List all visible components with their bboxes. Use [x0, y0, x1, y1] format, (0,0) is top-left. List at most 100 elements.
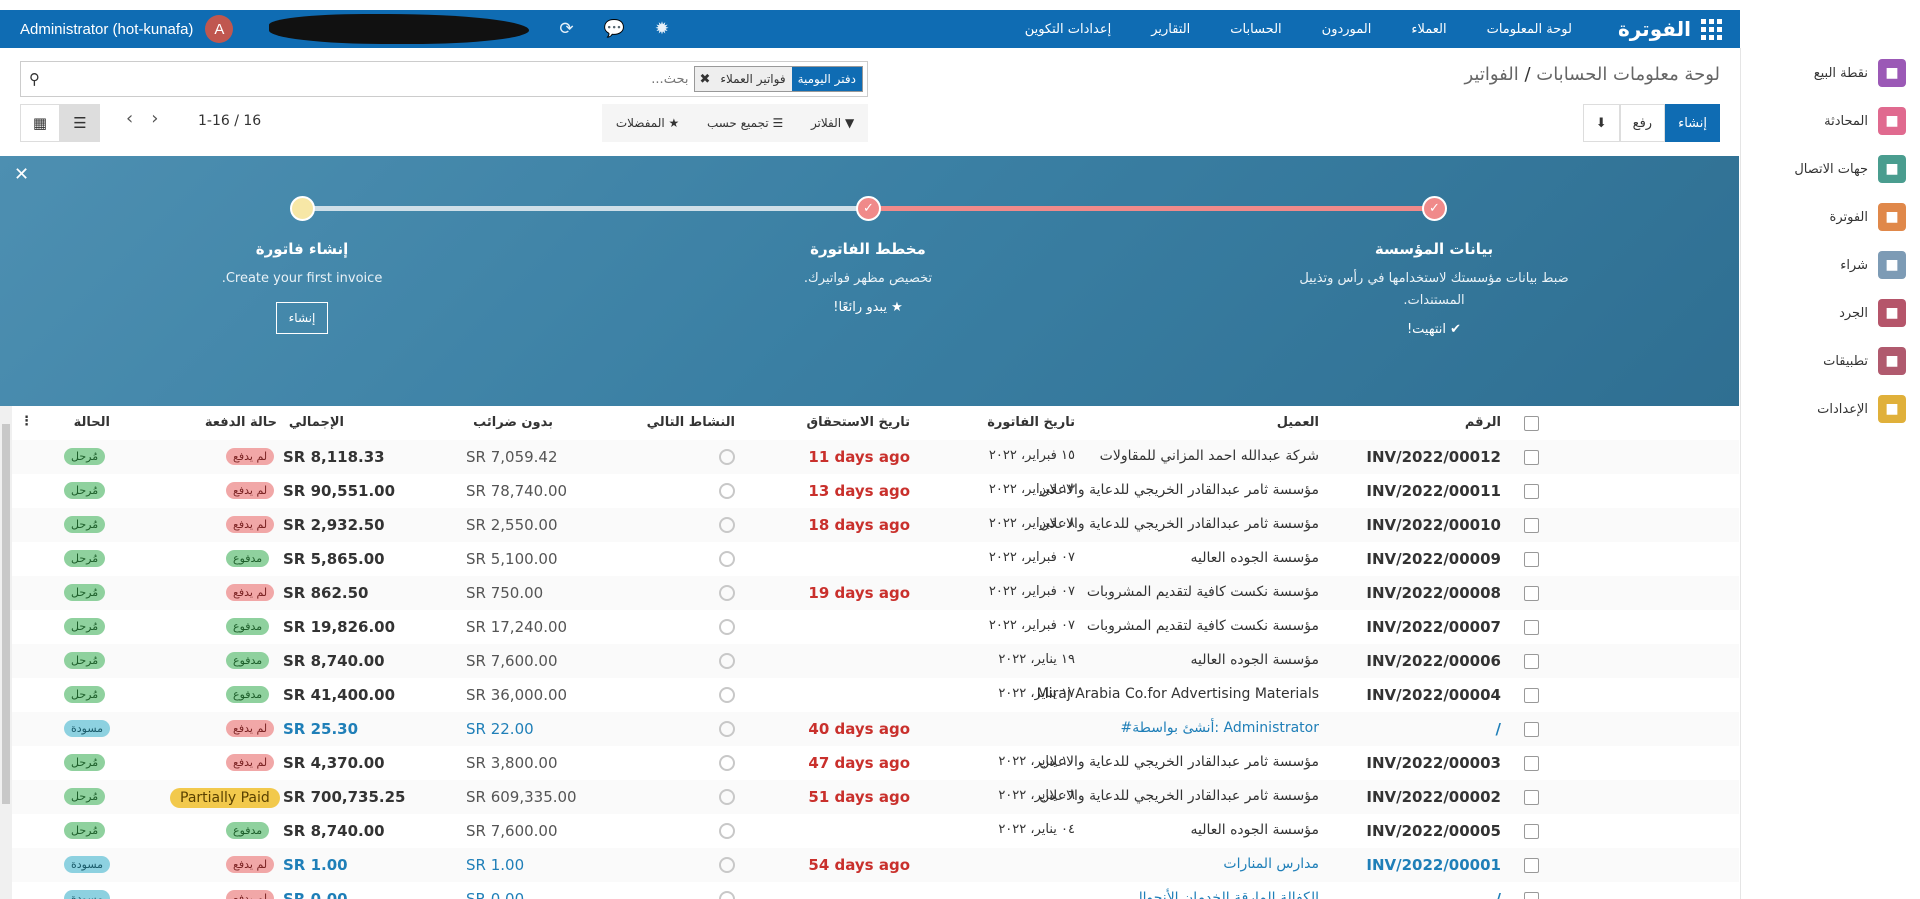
activity-clock-icon[interactable]: [719, 823, 735, 839]
step-action[interactable]: ★ يبدو رائعًا!: [718, 300, 1018, 315]
kanban-view-icon[interactable]: ▦: [20, 104, 60, 142]
column-options-icon[interactable]: ⋮: [20, 414, 33, 429]
favorites-button[interactable]: ★ المفضلات: [616, 116, 679, 130]
activity-clock-icon[interactable]: [719, 653, 735, 669]
cell-customer: مؤسسة الجوده العاليه: [1190, 550, 1319, 566]
header-number[interactable]: الرقم: [1465, 415, 1501, 430]
row-checkbox[interactable]: [1524, 552, 1539, 567]
app-brand[interactable]: الفوترة: [1618, 17, 1722, 41]
row-checkbox[interactable]: [1524, 790, 1539, 805]
activity-clock-icon[interactable]: [719, 721, 735, 737]
activity-clock-icon[interactable]: [719, 449, 735, 465]
row-checkbox[interactable]: [1524, 688, 1539, 703]
sidebar-item-store[interactable]: نقطة البيع ■: [1741, 49, 1920, 97]
apps-grid-icon[interactable]: [1701, 18, 1722, 40]
search-icon[interactable]: ⚲: [29, 70, 40, 88]
menu-customers[interactable]: العملاء: [1391, 22, 1466, 37]
step-action[interactable]: ✔ انتهيت!: [1284, 322, 1584, 337]
activity-clock-icon[interactable]: [719, 857, 735, 873]
menu-accounting[interactable]: الحسابات: [1210, 22, 1301, 37]
table-row[interactable]: INV/2022/00003 مؤسسة ثامر عبدالقادر الخري…: [0, 746, 1739, 780]
header-untaxed[interactable]: بدون ضرائب: [473, 415, 553, 430]
table-row[interactable]: INV/2022/00007 مؤسسة نكست كافية لتقديم ال…: [0, 610, 1739, 644]
activity-clock-icon[interactable]: [719, 585, 735, 601]
bug-icon[interactable]: ✹: [655, 19, 669, 39]
table-row[interactable]: INV/2022/00008 مؤسسة نكست كافية لتقديم ال…: [0, 576, 1739, 610]
activity-clock-icon[interactable]: [719, 517, 735, 533]
table-row[interactable]: INV/2022/00006 مؤسسة الجوده العاليه ١٩ ينا…: [0, 644, 1739, 678]
table-row[interactable]: INV/2022/00002 مؤسسة ثامر عبدالقادر الخري…: [0, 780, 1739, 814]
sidebar-item-apps[interactable]: تطبيقات ■: [1741, 337, 1920, 385]
filters-button[interactable]: ▼ الفلاتر: [811, 116, 854, 130]
row-checkbox[interactable]: [1524, 824, 1539, 839]
user-menu[interactable]: Administrator (hot-kunafa): [20, 21, 193, 38]
activity-clock-icon[interactable]: [719, 483, 735, 499]
facet-remove-icon[interactable]: ✖: [695, 67, 715, 91]
breadcrumb-parent[interactable]: لوحة معلومات الحسابات: [1536, 64, 1720, 85]
activity-clock-icon[interactable]: [719, 551, 735, 567]
upload-button[interactable]: رفع: [1619, 104, 1666, 142]
cell-customer: مؤسسة ثامر عبدالقادر الخريجي للدعاية وال…: [1039, 482, 1319, 498]
close-icon[interactable]: ✕: [14, 164, 29, 185]
header-customer[interactable]: العميل: [1277, 415, 1319, 430]
sidebar-item-chat[interactable]: المحادثة ■: [1741, 97, 1920, 145]
table-row[interactable]: INV/2022/00010 مؤسسة ثامر عبدالقادر الخري…: [0, 508, 1739, 542]
activity-clock-icon[interactable]: [719, 687, 735, 703]
table-row[interactable]: / #أنشئ بواسطة: Administrator 40 days ago S…: [0, 712, 1739, 746]
menu-vendors[interactable]: الموردون: [1302, 22, 1392, 37]
row-checkbox[interactable]: [1524, 756, 1539, 771]
payment-state-badge: لم يدفع: [226, 856, 275, 873]
table-header: الرقم العميل تاريخ الفاتورة تاريخ الاستح…: [0, 406, 1739, 440]
pager-value[interactable]: 1-16 / 16: [198, 113, 261, 129]
search-input[interactable]: [494, 65, 695, 93]
sidebar-item-settings[interactable]: الإعدادات ■: [1741, 385, 1920, 433]
row-checkbox[interactable]: [1524, 620, 1539, 635]
row-checkbox[interactable]: [1524, 586, 1539, 601]
row-checkbox[interactable]: [1524, 484, 1539, 499]
table-row[interactable]: INV/2022/00004 Miraj Arabia Co.for Advert…: [0, 678, 1739, 712]
activity-clock-icon[interactable]: [719, 619, 735, 635]
sidebar-item-contacts[interactable]: جهات الاتصال ■: [1741, 145, 1920, 193]
header-total[interactable]: الإجمالي: [289, 415, 344, 430]
sidebar-item-invoice[interactable]: الفوترة ■: [1741, 193, 1920, 241]
create-invoice-button[interactable]: إنشاء: [275, 302, 329, 334]
table-row[interactable]: / الكفالة المارقة الخدمان الأنجوال SR 0.00…: [0, 882, 1739, 899]
header-payment-state[interactable]: حالة الدفعة: [205, 415, 277, 430]
download-icon[interactable]: ⬇: [1582, 104, 1620, 142]
menu-dashboard[interactable]: لوحة المعلومات: [1467, 22, 1592, 37]
row-checkbox[interactable]: [1524, 450, 1539, 465]
scrollbar-thumb[interactable]: [2, 424, 10, 804]
select-all-checkbox[interactable]: [1524, 416, 1539, 431]
chat-icon[interactable]: 💬: [604, 19, 625, 39]
chevron-left-icon[interactable]: ‹: [126, 108, 133, 129]
row-checkbox[interactable]: [1524, 722, 1539, 737]
create-button[interactable]: إنشاء: [1665, 104, 1720, 142]
sidebar-item-purchase[interactable]: شراء ■: [1741, 241, 1920, 289]
header-next-activity[interactable]: النشاط التالي: [647, 415, 735, 430]
table-row[interactable]: INV/2022/00012 شركة عبدالله احمد المزاني …: [0, 440, 1739, 474]
avatar[interactable]: A: [205, 15, 234, 43]
scrollbar[interactable]: [0, 406, 12, 899]
row-checkbox[interactable]: [1524, 892, 1539, 899]
row-checkbox[interactable]: [1524, 518, 1539, 533]
sidebar-item-inventory[interactable]: الجرد ■: [1741, 289, 1920, 337]
header-status[interactable]: الحالة: [74, 415, 110, 430]
group-by-button[interactable]: ☰ تجميع حسب: [707, 116, 783, 130]
activity-clock-icon[interactable]: [719, 755, 735, 771]
chevron-right-icon[interactable]: ›: [151, 108, 158, 129]
row-checkbox[interactable]: [1524, 858, 1539, 873]
activity-clock-icon[interactable]: [719, 891, 735, 899]
row-checkbox[interactable]: [1524, 654, 1539, 669]
menu-reports[interactable]: التقارير: [1131, 22, 1210, 37]
header-invoice-date[interactable]: تاريخ الفاتورة: [987, 415, 1075, 430]
activity-clock-icon[interactable]: [719, 789, 735, 805]
table-row[interactable]: INV/2022/00009 مؤسسة الجوده العاليه ٠٧ فبر…: [0, 542, 1739, 576]
header-due-date[interactable]: تاريخ الاستحقاق: [807, 415, 910, 430]
table-row[interactable]: INV/2022/00011 مؤسسة ثامر عبدالقادر الخري…: [0, 474, 1739, 508]
activity-clock-icon[interactable]: ⟳: [559, 19, 573, 39]
cell-total: SR 2,932.50: [283, 516, 385, 534]
menu-configuration[interactable]: إعدادات التكوين: [1005, 22, 1131, 37]
list-view-icon[interactable]: ☰: [60, 104, 100, 142]
table-row[interactable]: INV/2022/00005 مؤسسة الجوده العاليه ٠٤ ينا…: [0, 814, 1739, 848]
table-row[interactable]: INV/2022/00001 مدارس المنارات 54 days ago S…: [0, 848, 1739, 882]
